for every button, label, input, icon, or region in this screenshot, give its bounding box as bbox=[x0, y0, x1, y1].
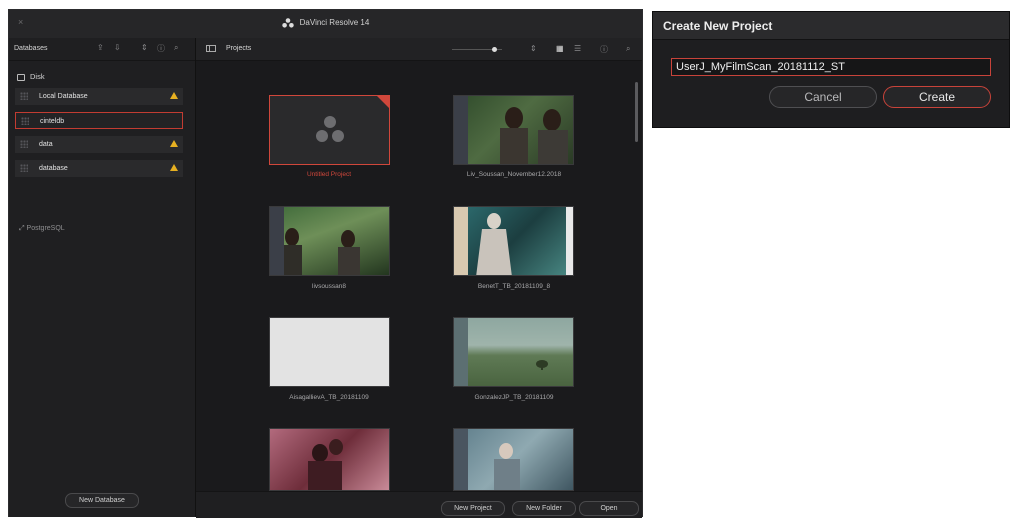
network-icon: ⤢ bbox=[19, 225, 27, 232]
thumbnail-image bbox=[500, 107, 568, 164]
project-thumbnail[interactable] bbox=[453, 95, 574, 165]
grip-icon bbox=[21, 117, 29, 125]
info-icon[interactable]: ⓘ bbox=[157, 43, 165, 54]
thumbnail-image bbox=[476, 207, 573, 275]
slider-knob[interactable] bbox=[492, 47, 497, 52]
selection-marker bbox=[377, 96, 389, 108]
databases-header: Databases ⇪ ⇩ ⇕ ⓘ ⌕ bbox=[9, 38, 195, 61]
dialog-title: Create New Project bbox=[663, 19, 773, 33]
warning-icon bbox=[170, 164, 178, 171]
project-name[interactable]: Liv_Soussan_November12.2018 bbox=[434, 171, 594, 178]
database-item-label: cinteldb bbox=[40, 118, 65, 125]
scrollbar[interactable] bbox=[635, 82, 638, 142]
list-view-icon[interactable]: ☰ bbox=[574, 44, 581, 53]
project-name[interactable]: BenetT_TB_20181109_8 bbox=[434, 283, 594, 290]
grid-view-icon[interactable]: ▦ bbox=[556, 44, 564, 53]
project-thumbnail[interactable] bbox=[453, 317, 574, 387]
open-button[interactable]: Open bbox=[579, 501, 639, 516]
project-name[interactable]: AisagallievA_TB_20181109 bbox=[249, 394, 409, 401]
info-icon[interactable]: ⓘ bbox=[600, 44, 608, 55]
project-thumbnail-untitled[interactable] bbox=[269, 95, 390, 165]
database-item-label: Local Database bbox=[39, 93, 88, 100]
cancel-button[interactable]: Cancel bbox=[769, 86, 877, 108]
search-icon[interactable]: ⌕ bbox=[174, 43, 178, 53]
database-item-cinteldb[interactable]: cinteldb bbox=[15, 112, 183, 129]
postgresql-section[interactable]: ⤢ PostgreSQL bbox=[19, 225, 65, 233]
projects-title: Projects bbox=[226, 45, 252, 52]
project-thumbnail[interactable] bbox=[453, 206, 574, 276]
grip-icon bbox=[20, 164, 28, 172]
project-name-input[interactable]: UserJ_MyFilmScan_20181112_ST bbox=[671, 58, 991, 76]
thumbnail-image bbox=[536, 360, 548, 370]
thumbnail-image bbox=[284, 228, 360, 275]
thumbnail-image bbox=[494, 443, 520, 490]
sort-icon[interactable]: ⇕ bbox=[141, 43, 148, 52]
new-folder-button[interactable]: New Folder bbox=[512, 501, 576, 516]
window-title: DaVinci Resolve 14 bbox=[9, 18, 642, 28]
project-thumbnail[interactable] bbox=[269, 317, 390, 387]
warning-icon bbox=[170, 140, 178, 147]
database-item-label: data bbox=[39, 141, 53, 148]
database-item-data[interactable]: data bbox=[15, 136, 183, 153]
database-item-label: database bbox=[39, 165, 68, 172]
project-name[interactable]: livsoussan8 bbox=[249, 283, 409, 290]
new-project-button[interactable]: New Project bbox=[441, 501, 505, 516]
thumbnail-size-slider[interactable] bbox=[452, 47, 502, 52]
new-database-button[interactable]: New Database bbox=[65, 493, 139, 508]
app-title: DaVinci Resolve 14 bbox=[299, 18, 370, 28]
databases-title: Databases bbox=[14, 45, 48, 52]
dialog-title-bar: Create New Project bbox=[653, 12, 1009, 40]
title-bar: × DaVinci Resolve 14 bbox=[9, 10, 642, 39]
project-name[interactable]: Untitled Project bbox=[249, 171, 409, 178]
create-button[interactable]: Create bbox=[883, 86, 991, 108]
project-name[interactable]: GonzalezJP_TB_20181109 bbox=[434, 394, 594, 401]
database-item-database[interactable]: database bbox=[15, 160, 183, 177]
project-thumbnail[interactable] bbox=[269, 206, 390, 276]
thumbnail-image bbox=[308, 439, 343, 490]
grip-icon bbox=[20, 92, 28, 100]
upload-icon[interactable]: ⇪ bbox=[97, 43, 104, 52]
projects-panel: Projects ⇕ ▦ ☰ ⓘ ⌕ Untitled Project Liv_… bbox=[196, 38, 642, 518]
disk-section-label: Disk bbox=[17, 72, 45, 81]
projects-header: Projects ⇕ ▦ ☰ ⓘ ⌕ bbox=[196, 38, 642, 61]
disk-icon bbox=[17, 73, 25, 81]
toggle-panel-icon[interactable] bbox=[206, 45, 216, 52]
project-manager-window: × DaVinci Resolve 14 Databases ⇪ ⇩ ⇕ ⓘ ⌕… bbox=[8, 9, 643, 518]
databases-panel: Databases ⇪ ⇩ ⇕ ⓘ ⌕ Disk Local Database … bbox=[9, 38, 196, 517]
create-new-project-dialog: Create New Project UserJ_MyFilmScan_2018… bbox=[652, 11, 1010, 128]
davinci-logo-icon bbox=[281, 18, 294, 28]
sort-icon[interactable]: ⇕ bbox=[530, 44, 537, 53]
project-thumbnail[interactable] bbox=[269, 428, 390, 491]
database-item-local[interactable]: Local Database bbox=[15, 88, 183, 105]
grip-icon bbox=[20, 140, 28, 148]
warning-icon bbox=[170, 92, 178, 99]
search-icon[interactable]: ⌕ bbox=[626, 44, 630, 54]
download-icon[interactable]: ⇩ bbox=[114, 43, 121, 52]
davinci-logo-icon bbox=[316, 116, 344, 142]
project-thumbnail[interactable] bbox=[453, 428, 574, 491]
